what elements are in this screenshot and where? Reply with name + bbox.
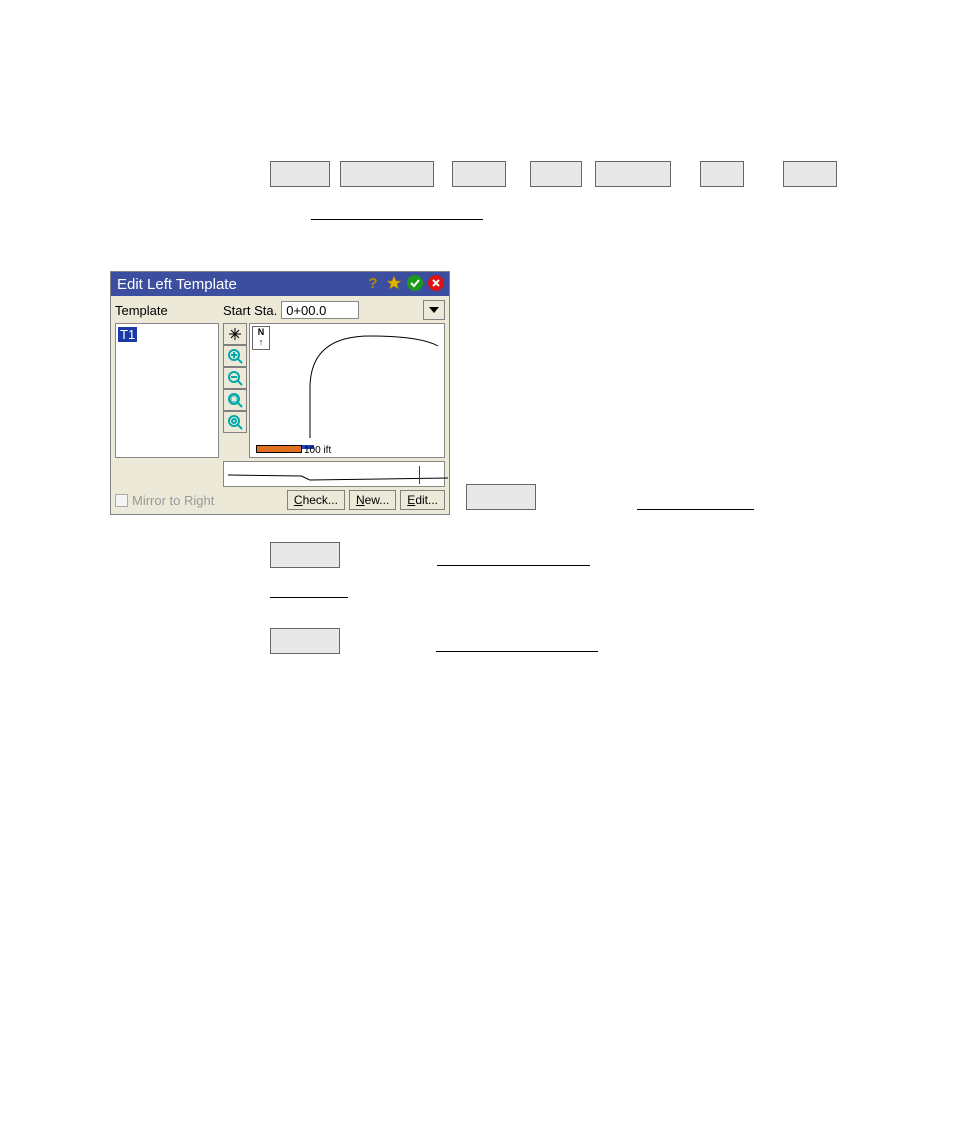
check-button[interactable]: Check... (287, 490, 345, 510)
top-box-3 (452, 161, 506, 187)
underline-2 (637, 508, 754, 510)
side-box-3 (270, 628, 340, 654)
template-list-item[interactable]: T1 (118, 327, 137, 342)
zoom-extents-icon[interactable] (223, 323, 247, 345)
plan-view[interactable]: N ↑ 100 ift (249, 323, 445, 458)
edit-left-template-dialog: Edit Left Template ? Template Start Sta. (110, 271, 450, 515)
top-box-2 (340, 161, 434, 187)
edit-button[interactable]: Edit... (400, 490, 445, 510)
favorite-icon[interactable] (385, 274, 403, 292)
north-indicator: N ↑ (252, 326, 270, 350)
start-sta-label: Start Sta. (223, 303, 277, 318)
station-dropdown-button[interactable] (423, 300, 445, 320)
ok-icon[interactable] (406, 274, 424, 292)
edit-button-rest: dit... (415, 493, 438, 507)
top-box-5 (595, 161, 671, 187)
scale-bar (256, 445, 302, 453)
zoom-out-icon[interactable] (223, 367, 247, 389)
underline-3 (437, 564, 590, 566)
template-list[interactable]: T1 (115, 323, 219, 458)
check-button-rest: heck... (303, 493, 338, 507)
close-icon[interactable] (427, 274, 445, 292)
alignment-curve (270, 328, 440, 448)
north-arrow-icon: ↑ (259, 337, 264, 347)
side-box-1 (466, 484, 536, 510)
north-letter: N (258, 327, 265, 337)
map-toolbar (223, 323, 247, 458)
dialog-titlebar: Edit Left Template ? (111, 272, 449, 296)
profile-view[interactable] (223, 461, 445, 487)
template-label: Template (115, 303, 219, 318)
zoom-window-icon[interactable] (223, 389, 247, 411)
underline-1 (311, 218, 483, 220)
profile-line (228, 471, 448, 483)
mirror-to-right-label: Mirror to Right (132, 493, 214, 508)
help-icon[interactable]: ? (364, 274, 382, 292)
top-box-1 (270, 161, 330, 187)
underline-4 (270, 596, 348, 598)
start-sta-input[interactable] (281, 301, 359, 319)
top-box-4 (530, 161, 582, 187)
top-box-7 (783, 161, 837, 187)
side-box-2 (270, 542, 340, 568)
underline-5 (436, 650, 598, 652)
scale-text: 100 ift (304, 445, 331, 456)
mirror-to-right-checkbox (115, 494, 128, 507)
profile-station-marker (419, 466, 420, 484)
zoom-in-icon[interactable] (223, 345, 247, 367)
dialog-title: Edit Left Template (117, 276, 237, 293)
zoom-previous-icon[interactable] (223, 411, 247, 433)
new-button-rest: ew... (365, 493, 390, 507)
new-button[interactable]: New... (349, 490, 396, 510)
top-box-6 (700, 161, 744, 187)
